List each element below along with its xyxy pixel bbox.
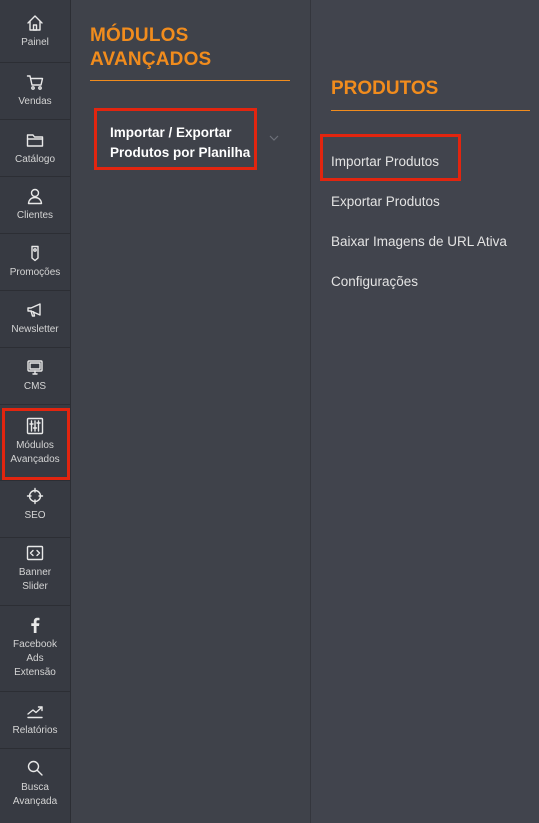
sidebar-item-label: CMS <box>23 381 47 392</box>
search-icon <box>26 759 44 777</box>
sidebar-item-label: Catálogo <box>14 154 56 165</box>
home-icon <box>26 14 44 32</box>
code-icon <box>26 544 44 562</box>
export-products-link[interactable]: Exportar Produtos <box>331 193 440 211</box>
download-images-url-link[interactable]: Baixar Imagens de URL Ativa <box>331 233 507 251</box>
sidebar-item-newsletter[interactable]: Newsletter <box>0 291 70 348</box>
products-title-divider <box>331 110 530 111</box>
sidebar-item-modulos-avancados[interactable]: Módulos Avançados <box>0 405 70 481</box>
sidebar-item-label: Painel <box>21 37 49 48</box>
sidebar-item-label: Vendas <box>18 96 52 107</box>
tag-icon <box>26 244 44 262</box>
sidebar-item-label: Newsletter <box>11 324 59 335</box>
sidebar-item-label: Promoções <box>9 267 61 278</box>
sidebar-item-relatorios[interactable]: Relatórios <box>0 692 70 749</box>
sidebar-item-clientes[interactable]: Clientes <box>0 177 70 234</box>
sidebar-item-catalogo[interactable]: Catálogo <box>0 120 70 177</box>
settings-link[interactable]: Configurações <box>331 273 418 291</box>
submenu-title-divider <box>90 80 290 81</box>
sidebar-item-label: Relatórios <box>12 725 58 736</box>
sliders-icon <box>26 417 44 435</box>
user-icon <box>26 187 44 205</box>
sidebar-item-label: Módulos Avançados <box>10 440 60 465</box>
sidebar-item-seo[interactable]: SEO <box>0 481 70 538</box>
sidebar-item-facebook-ads[interactable]: Facebook Ads Extensão <box>0 606 70 692</box>
sidebar-item-label: Banner Slider <box>18 567 52 592</box>
megaphone-icon <box>26 301 44 319</box>
submenu-panel: MÓDULOS AVANÇADOS Importar / Exportar Pr… <box>71 0 311 823</box>
sidebar-item-label: Clientes <box>16 210 54 221</box>
submenu-title: MÓDULOS AVANÇADOS <box>90 25 212 70</box>
monitor-icon <box>26 358 44 376</box>
sidebar-item-vendas[interactable]: Vendas <box>0 63 70 120</box>
import-export-products-link[interactable]: Importar / Exportar Produtos por Planilh… <box>110 123 270 163</box>
sidebar-item-banner-slider[interactable]: Banner Slider <box>0 538 70 606</box>
crosshair-icon <box>26 487 44 505</box>
sidebar-item-cms[interactable]: CMS <box>0 348 70 405</box>
trend-icon <box>26 702 44 720</box>
sidebar-item-label: Busca Avançada <box>12 782 58 807</box>
cart-icon <box>26 73 44 91</box>
folder-icon <box>26 131 44 149</box>
sidebar-item-busca-avancada[interactable]: Busca Avançada <box>0 749 70 823</box>
products-panel: PRODUTOS Importar Produtos Exportar Prod… <box>311 0 539 823</box>
chevron-down-icon[interactable] <box>269 133 279 143</box>
sidebar-item-painel[interactable]: Painel <box>0 0 70 63</box>
sidebar-item-promocoes[interactable]: Promoções <box>0 234 70 291</box>
facebook-icon <box>26 616 44 634</box>
import-products-link[interactable]: Importar Produtos <box>331 153 439 171</box>
admin-sidebar: Painel Vendas Catálogo Clientes Promoçõe… <box>0 0 71 823</box>
sidebar-item-label: Facebook Ads Extensão <box>13 639 57 678</box>
products-title: PRODUTOS <box>331 78 439 99</box>
sidebar-item-label: SEO <box>24 510 46 521</box>
